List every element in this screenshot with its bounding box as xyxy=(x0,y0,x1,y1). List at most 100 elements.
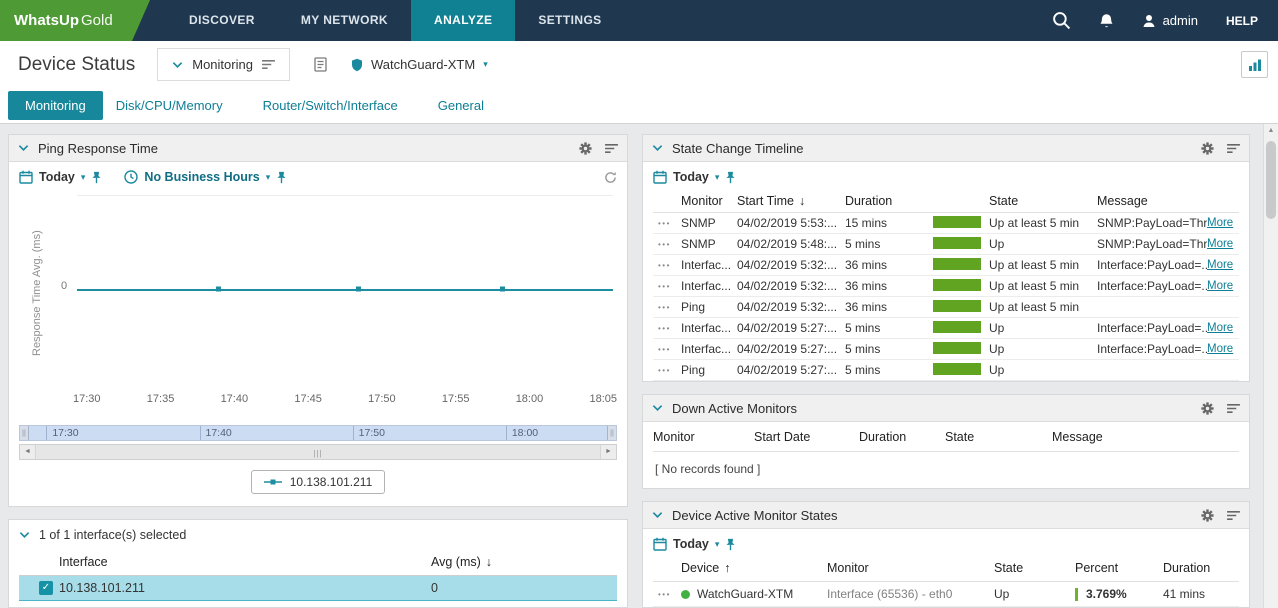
user-menu[interactable]: admin xyxy=(1142,13,1198,28)
pin-icon[interactable] xyxy=(91,171,102,184)
nav-my-network[interactable]: MY NETWORK xyxy=(278,0,411,41)
date-range-filter[interactable]: Today xyxy=(673,170,709,184)
row-actions-icon[interactable]: ••• xyxy=(653,590,681,599)
state-change-row[interactable]: ••• SNMP 04/02/2019 5:53:... 15 mins Up … xyxy=(653,213,1239,234)
panel-menu-icon[interactable] xyxy=(1227,510,1240,521)
slider-track[interactable]: 17:30 17:40 17:50 18:00 xyxy=(29,426,607,440)
col-duration[interactable]: Duration xyxy=(845,194,933,208)
more-link[interactable]: More xyxy=(1207,322,1239,334)
col-duration[interactable]: Duration xyxy=(1163,561,1239,575)
panel-menu-icon[interactable] xyxy=(1227,143,1240,154)
collapse-chevron-icon[interactable] xyxy=(652,511,663,519)
state-change-row[interactable]: ••• Ping 04/02/2019 5:27:... 5 mins Up xyxy=(653,360,1239,381)
date-range-filter[interactable]: Today xyxy=(39,170,75,184)
more-link[interactable]: More xyxy=(1207,280,1239,292)
tab-router-switch-interface[interactable]: Router/Switch/Interface xyxy=(263,91,398,120)
more-link[interactable]: More xyxy=(1207,238,1239,250)
business-hours-filter[interactable]: No Business Hours xyxy=(144,170,259,184)
col-monitor[interactable]: Monitor xyxy=(827,561,994,575)
col-start-time[interactable]: Start Time↓ xyxy=(737,194,845,208)
scroll-right-icon[interactable]: ► xyxy=(600,445,616,459)
view-options-icon[interactable] xyxy=(262,59,275,70)
caret-down-icon[interactable]: ▾ xyxy=(715,172,720,183)
more-link[interactable]: More xyxy=(1207,259,1239,271)
row-actions-icon[interactable]: ••• xyxy=(653,282,681,291)
interface-row-selected[interactable]: ✓ 10.138.101.211 0 xyxy=(19,576,617,601)
pin-icon[interactable] xyxy=(276,171,287,184)
slider-left-handle[interactable]: || xyxy=(20,426,29,440)
row-actions-icon[interactable]: ••• xyxy=(653,345,681,354)
zoom-reset-icon[interactable] xyxy=(604,171,617,184)
tab-disk-cpu-memory[interactable]: Disk/CPU/Memory xyxy=(116,91,223,120)
pin-icon[interactable] xyxy=(725,538,736,551)
collapse-chevron-icon[interactable] xyxy=(19,531,30,539)
interface-checkbox[interactable]: ✓ xyxy=(39,581,53,595)
view-selector-tab[interactable]: Monitoring xyxy=(157,48,290,81)
help-link[interactable]: HELP xyxy=(1226,14,1258,28)
state-change-row[interactable]: ••• Interfac... 04/02/2019 5:27:... 5 mi… xyxy=(653,339,1239,360)
more-link[interactable]: More xyxy=(1207,217,1239,229)
col-state[interactable]: State xyxy=(994,561,1075,575)
vertical-scrollbar[interactable]: ▲ xyxy=(1263,124,1278,608)
whatsup-gold-logo[interactable]: WhatsUp Gold xyxy=(0,0,150,41)
collapse-chevron-icon[interactable] xyxy=(652,144,663,152)
col-avg-ms[interactable]: Avg (ms)↓ xyxy=(431,555,617,569)
state-change-row[interactable]: ••• Interfac... 04/02/2019 5:32:... 36 m… xyxy=(653,276,1239,297)
more-link[interactable]: More xyxy=(1207,343,1239,355)
state-change-row[interactable]: ••• Interfac... 04/02/2019 5:32:... 36 m… xyxy=(653,255,1239,276)
device-selector[interactable]: WatchGuard-XTM ▾ xyxy=(351,57,488,72)
chart-view-button[interactable] xyxy=(1241,51,1268,78)
scrollbar-thumb[interactable]: ||| xyxy=(36,445,600,459)
col-percent[interactable]: Percent xyxy=(1075,561,1163,575)
row-actions-icon[interactable]: ••• xyxy=(653,303,681,312)
caret-down-icon[interactable]: ▾ xyxy=(715,539,720,550)
tab-monitoring[interactable]: Monitoring xyxy=(8,91,103,120)
tab-general[interactable]: General xyxy=(438,91,484,120)
col-duration[interactable]: Duration xyxy=(859,430,945,444)
state-change-row[interactable]: ••• Ping 04/02/2019 5:32:... 36 mins Up … xyxy=(653,297,1239,318)
panel-menu-icon[interactable] xyxy=(1227,403,1240,414)
row-actions-icon[interactable]: ••• xyxy=(653,261,681,270)
col-state[interactable]: State xyxy=(989,194,1097,208)
scroll-up-icon[interactable]: ▲ xyxy=(1264,124,1278,138)
device-state-row[interactable]: ••• WatchGuard-XTM Interface (65536) - e… xyxy=(653,582,1239,607)
pin-icon[interactable] xyxy=(725,171,736,184)
row-actions-icon[interactable]: ••• xyxy=(653,366,681,375)
col-monitor[interactable]: Monitor xyxy=(653,430,754,444)
panel-menu-icon[interactable] xyxy=(605,143,618,154)
collapse-chevron-icon[interactable] xyxy=(18,144,29,152)
col-device[interactable]: Device↑ xyxy=(681,561,827,575)
time-range-slider[interactable]: || 17:30 17:40 17:50 18:00 || xyxy=(19,425,617,441)
nav-settings[interactable]: SETTINGS xyxy=(515,0,624,41)
row-actions-icon[interactable]: ••• xyxy=(653,324,681,333)
gear-icon[interactable] xyxy=(1201,509,1214,522)
row-actions-icon[interactable]: ••• xyxy=(653,240,681,249)
nav-discover[interactable]: DISCOVER xyxy=(166,0,278,41)
col-start-date[interactable]: Start Date xyxy=(754,430,859,444)
row-actions-icon[interactable]: ••• xyxy=(653,219,681,228)
gear-icon[interactable] xyxy=(1201,402,1214,415)
scrollbar-thumb[interactable] xyxy=(1266,141,1276,219)
collapse-chevron-icon[interactable] xyxy=(652,404,663,412)
gear-icon[interactable] xyxy=(579,142,592,155)
col-message[interactable]: Message xyxy=(1052,430,1239,444)
scroll-left-icon[interactable]: ◄ xyxy=(20,445,36,459)
col-message[interactable]: Message xyxy=(1097,194,1207,208)
clock-icon xyxy=(124,170,138,184)
caret-down-icon[interactable]: ▾ xyxy=(81,172,86,183)
caret-down-icon[interactable]: ▾ xyxy=(266,172,271,183)
chart-h-scrollbar[interactable]: ◄ ||| ► xyxy=(19,444,617,460)
col-state[interactable]: State xyxy=(945,430,1052,444)
legend-series-button[interactable]: 10.138.101.211 xyxy=(251,470,386,494)
col-monitor[interactable]: Monitor xyxy=(681,194,737,208)
search-icon[interactable] xyxy=(1052,11,1071,30)
slider-right-handle[interactable]: || xyxy=(607,426,616,440)
col-interface[interactable]: Interface xyxy=(59,555,431,569)
gear-icon[interactable] xyxy=(1201,142,1214,155)
state-change-row[interactable]: ••• SNMP 04/02/2019 5:48:... 5 mins Up S… xyxy=(653,234,1239,255)
state-change-row[interactable]: ••• Interfac... 04/02/2019 5:27:... 5 mi… xyxy=(653,318,1239,339)
report-list-button[interactable] xyxy=(314,57,327,72)
notifications-bell-icon[interactable] xyxy=(1099,13,1114,29)
nav-analyze[interactable]: ANALYZE xyxy=(411,0,515,41)
date-range-filter[interactable]: Today xyxy=(673,537,709,551)
